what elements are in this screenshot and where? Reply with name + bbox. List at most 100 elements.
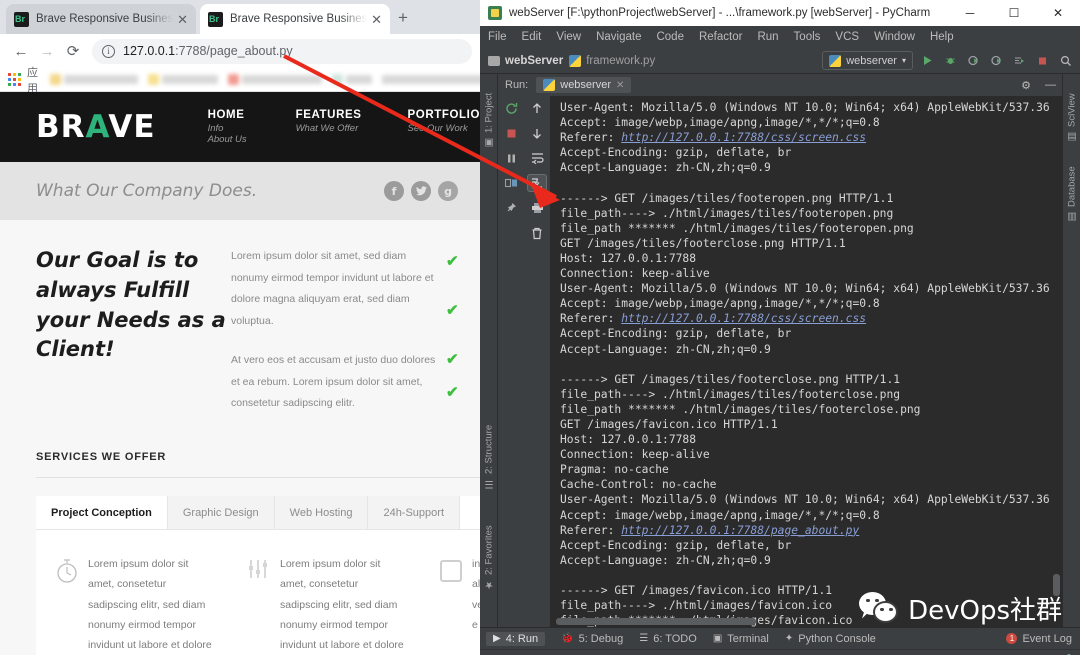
site-logo[interactable]: BRAVE <box>36 109 156 145</box>
site-nav-portfolio[interactable]: PORTFOLIO See Our Work <box>408 109 480 145</box>
run-configuration-selector[interactable]: webserver ▾ <box>822 51 913 70</box>
facebook-icon[interactable]: f <box>384 181 404 201</box>
menu-tools[interactable]: Tools <box>794 31 821 43</box>
print-icon[interactable] <box>527 199 547 217</box>
ide-menu-bar: File Edit View Navigate Code Refactor Ru… <box>480 26 1080 48</box>
goal-paragraph-1: Lorem ipsum dolor sit amet, sed diam non… <box>231 250 434 327</box>
maximize-button[interactable]: ☐ <box>992 0 1036 26</box>
menu-vcs[interactable]: VCS <box>835 31 859 43</box>
sidebar-item-favorites[interactable]: ★ 2: Favorites <box>480 502 498 590</box>
back-button[interactable]: ← <box>8 38 34 64</box>
console-horizontal-scrollbar[interactable] <box>550 617 1051 626</box>
service-tab-24h-support[interactable]: 24h-Support <box>368 495 460 529</box>
service-tab-project-conception[interactable]: Project Conception <box>36 495 168 529</box>
apps-grid-icon[interactable] <box>8 73 21 86</box>
bookmark-item[interactable] <box>50 74 138 86</box>
menu-edit[interactable]: Edit <box>522 31 542 43</box>
apps-bookmark-label[interactable]: 应用 <box>27 64 38 96</box>
site-nav-features[interactable]: FEATURES What We Offer <box>296 109 362 145</box>
run-session-tab[interactable]: webserver ✕ <box>536 77 632 93</box>
menu-refactor[interactable]: Refactor <box>699 31 742 43</box>
check-icon: ✔ <box>446 384 459 401</box>
search-icon[interactable] <box>1057 52 1074 69</box>
console-vertical-scrollbar[interactable] <box>1052 96 1061 616</box>
pause-icon[interactable] <box>501 149 521 167</box>
tool-button-todo[interactable]: ☰ 6: TODO <box>639 633 697 645</box>
python-console-icon: ✦ <box>784 633 794 644</box>
console-link[interactable]: http://127.0.0.1:7788/css/screen.css <box>621 131 866 144</box>
forward-button[interactable]: → <box>34 38 60 64</box>
console-vertical-scroll-thumb[interactable] <box>1053 574 1060 596</box>
sidebar-item-project[interactable]: ▣ 1: Project <box>480 80 498 148</box>
console-link[interactable]: http://127.0.0.1:7788/page_about.py <box>621 524 859 537</box>
google-plus-icon[interactable]: g <box>438 181 458 201</box>
menu-file[interactable]: File <box>488 31 507 43</box>
minimize-icon[interactable]: — <box>1045 79 1062 91</box>
breadcrumb-project-label: webServer <box>505 54 564 67</box>
run-with-icon[interactable] <box>1011 52 1028 69</box>
stop-icon[interactable] <box>501 124 521 142</box>
service-tab-graphic-design[interactable]: Graphic Design <box>167 495 275 529</box>
bookmark-item[interactable] <box>332 74 372 86</box>
bookmark-item[interactable] <box>228 74 322 86</box>
pin-icon[interactable] <box>501 199 521 217</box>
bookmark-item[interactable] <box>148 74 218 86</box>
menu-navigate[interactable]: Navigate <box>596 31 641 43</box>
sidebar-item-database[interactable]: ▥ Database <box>1063 150 1080 222</box>
new-tab-button[interactable]: + <box>398 9 408 26</box>
browser-tab-1[interactable]: Brave Responsive Business Te ✕ <box>6 4 196 34</box>
tool-button-run[interactable]: ▶ 4: Run <box>486 631 546 646</box>
run-coverage-icon[interactable] <box>965 52 982 69</box>
address-bar[interactable]: i 127.0.0.1:7788/page_about.py <box>92 38 472 64</box>
soft-wrap-icon[interactable] <box>527 149 547 167</box>
sidebar-item-structure[interactable]: ☰ 2: Structure <box>480 404 498 489</box>
browser-tab-2-close-icon[interactable]: ✕ <box>371 13 382 26</box>
console-horizontal-scroll-thumb[interactable] <box>556 618 756 625</box>
site-navigation: HOME Info About Us FEATURES What We Offe… <box>208 109 480 145</box>
down-icon[interactable] <box>527 124 547 142</box>
breadcrumb-file[interactable]: framework.py <box>569 54 655 67</box>
browser-tab-1-close-icon[interactable]: ✕ <box>177 13 188 26</box>
tool-button-debug[interactable]: 🐞 5: Debug <box>561 633 623 645</box>
service-pane-1: Lorem ipsum dolor sit amet, consetetur s… <box>36 554 228 655</box>
ide-title-bar: webServer [F:\pythonProject\webServer] -… <box>480 0 1080 26</box>
bookmark-item[interactable] <box>382 74 480 86</box>
tool-button-python-console[interactable]: ✦ Python Console <box>785 633 876 645</box>
structure-icon: ☰ <box>483 478 495 489</box>
console-output[interactable]: User-Agent: Mozilla/5.0 (Windows NT 10.0… <box>550 96 1062 627</box>
console-link[interactable]: http://127.0.0.1:7788/css/screen.css <box>621 312 866 325</box>
menu-code[interactable]: Code <box>656 31 684 43</box>
menu-run[interactable]: Run <box>757 31 778 43</box>
debug-icon[interactable] <box>942 52 959 69</box>
site-info-icon[interactable]: i <box>102 44 115 58</box>
site-nav-home[interactable]: HOME Info About Us <box>208 109 250 145</box>
browser-tab-2[interactable]: Brave Responsive Business Te ✕ <box>200 4 390 34</box>
gear-icon[interactable]: ⚙ <box>1021 79 1037 92</box>
run-session-close-icon[interactable]: ✕ <box>616 80 624 91</box>
layout-icon[interactable] <box>501 174 521 192</box>
scroll-to-end-icon[interactable] <box>527 174 547 192</box>
run-body: User-Agent: Mozilla/5.0 (Windows NT 10.0… <box>498 96 1062 627</box>
menu-view[interactable]: View <box>556 31 581 43</box>
twitter-icon[interactable] <box>411 181 431 201</box>
menu-window[interactable]: Window <box>874 31 915 43</box>
close-button[interactable]: ✕ <box>1036 0 1080 26</box>
stop-icon[interactable] <box>1034 52 1051 69</box>
up-icon[interactable] <box>527 99 547 117</box>
run-tool-buttons <box>498 96 550 627</box>
service-tab-web-hosting[interactable]: Web Hosting <box>274 495 369 529</box>
profile-icon[interactable] <box>988 52 1005 69</box>
site-nav-home-sub: Info About Us <box>207 123 247 145</box>
reload-button[interactable]: ⟳ <box>60 38 86 64</box>
rerun-icon[interactable] <box>501 99 521 117</box>
breadcrumb-project[interactable]: webServer <box>488 55 563 67</box>
tool-button-event-log[interactable]: 1 Event Log <box>1006 633 1080 645</box>
sidebar-item-sciview[interactable]: ▤ SciView <box>1063 80 1080 142</box>
clear-all-icon[interactable] <box>527 224 547 242</box>
menu-help[interactable]: Help <box>930 31 954 43</box>
chevron-down-icon[interactable]: ▾ <box>902 56 906 65</box>
tool-button-terminal[interactable]: ▣ Terminal <box>713 633 769 645</box>
sidebar-item-project-label: 1: Project <box>483 92 495 133</box>
minimize-button[interactable]: ─ <box>948 0 992 26</box>
run-icon[interactable] <box>919 52 936 69</box>
